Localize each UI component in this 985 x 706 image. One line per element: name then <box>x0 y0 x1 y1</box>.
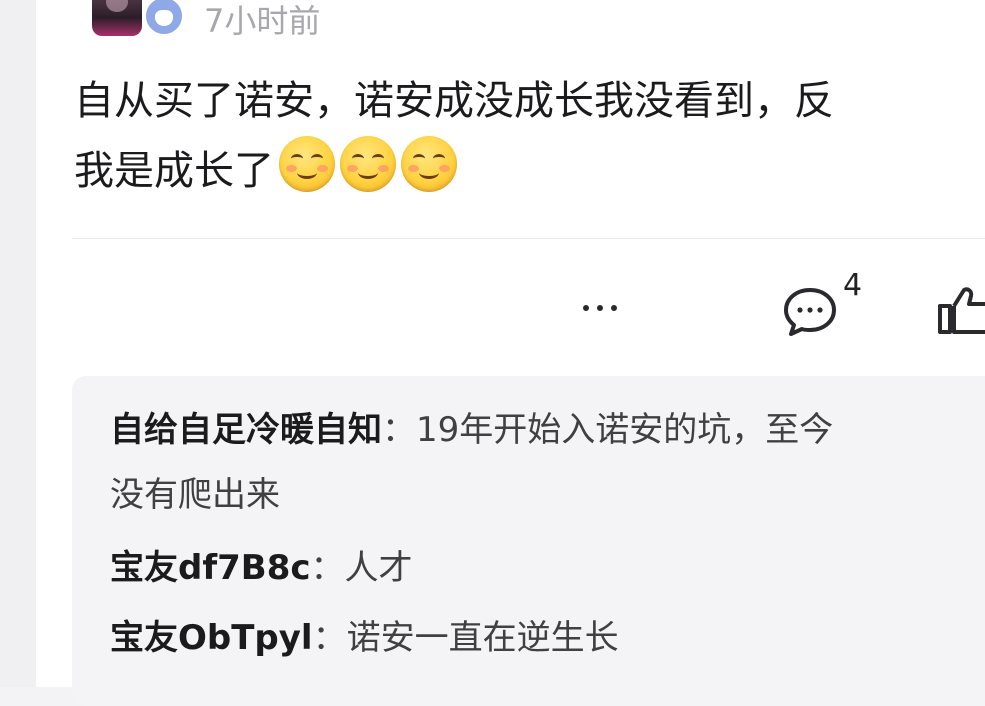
fan-badge-icon <box>144 0 184 36</box>
reply-text-continuation: 没有爬出来 <box>110 475 280 515</box>
reply-item[interactable]: 宝友df7B8c：人才 <box>110 543 413 593</box>
reply-item[interactable]: 宝友ObTpyl：诺安一直在逆生长 <box>110 613 619 663</box>
left-background-strip <box>0 0 36 687</box>
avatar[interactable] <box>92 0 142 36</box>
reply-text: 人才 <box>344 548 413 588</box>
reply-text: 19年开始入诺安的坑，至今 <box>416 410 834 450</box>
post-timestamp: 7小时前 <box>204 2 321 40</box>
reply-separator: ： <box>382 410 416 450</box>
reply-separator: ： <box>310 548 345 588</box>
post-content[interactable]: 自从买了诺安，诺安成没成长我没看到，反 我是成长了 <box>74 66 985 206</box>
smiling-emoji-icon <box>340 136 396 192</box>
like-icon[interactable] <box>936 284 985 336</box>
reply-separator: ： <box>312 618 347 658</box>
divider <box>72 238 985 239</box>
post-header: 7小时前 <box>92 0 492 40</box>
post-text-line-1: 自从买了诺安，诺安成没成长我没看到，反 <box>74 78 834 124</box>
post-text-line-2-text: 我是成长了 <box>74 148 274 194</box>
reply-author[interactable]: 宝友df7B8c <box>110 548 311 588</box>
more-icon[interactable] <box>578 292 622 322</box>
comment-icon[interactable] <box>782 286 838 338</box>
smiling-emoji-icon <box>279 136 335 192</box>
smiling-emoji-icon <box>401 136 457 192</box>
reply-item[interactable]: 自给自足冷暖自知：19年开始入诺安的坑，至今 <box>110 405 985 455</box>
post-text-line-2: 我是成长了 <box>74 136 985 206</box>
reply-author[interactable]: 自给自足冷暖自知 <box>110 410 382 450</box>
reply-author[interactable]: 宝友ObTpyl <box>110 618 313 658</box>
comment-count: 4 <box>843 268 863 303</box>
reply-text: 诺安一直在逆生长 <box>346 618 619 658</box>
